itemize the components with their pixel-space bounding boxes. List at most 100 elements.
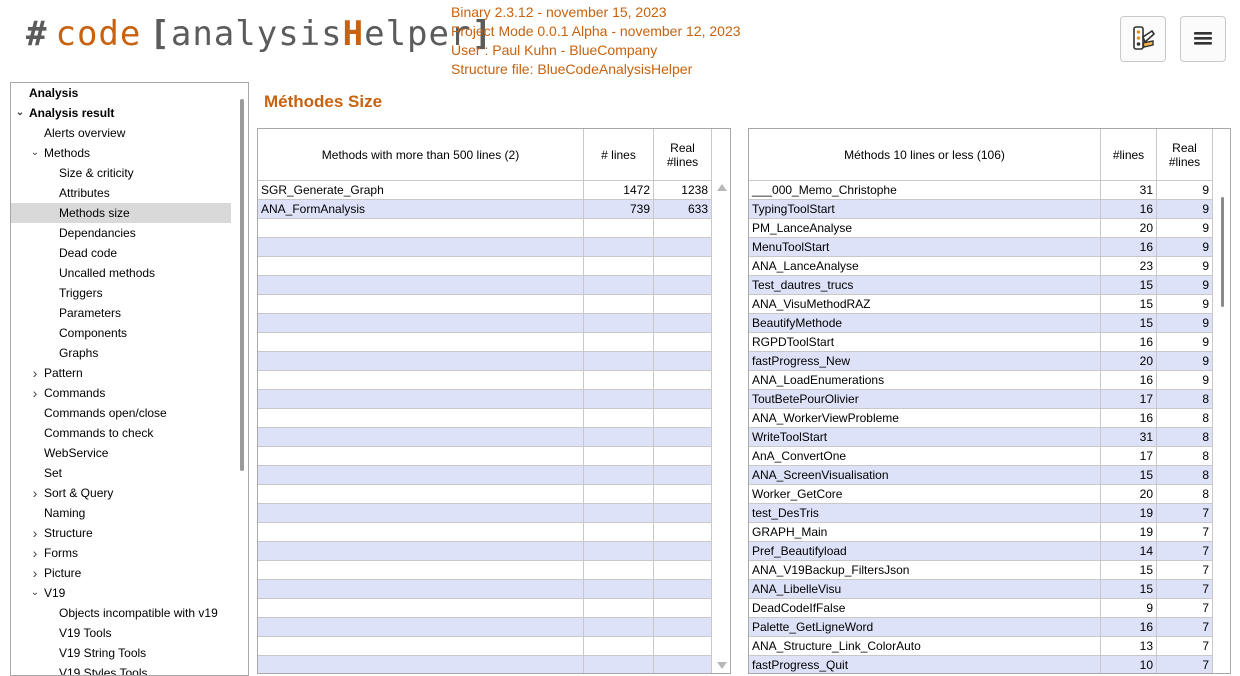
table-row[interactable]: BeautifyMethode 15 9 bbox=[749, 314, 1213, 333]
table-row[interactable] bbox=[258, 561, 712, 580]
sidebar-item[interactable]: Commands open/close bbox=[11, 403, 231, 423]
table-row[interactable]: Palette_GetLigneWord 16 7 bbox=[749, 618, 1213, 637]
table-row[interactable] bbox=[258, 276, 712, 295]
column-header-real-lines[interactable]: Real #lines bbox=[1157, 129, 1213, 181]
table-row[interactable] bbox=[258, 428, 712, 447]
sidebar-item[interactable]: Dependancies bbox=[11, 223, 231, 243]
sidebar-item[interactable]: › Pattern bbox=[11, 363, 231, 383]
scroll-thumb[interactable] bbox=[1221, 197, 1224, 307]
sidebar-item[interactable]: Graphs bbox=[11, 343, 231, 363]
sidebar-item[interactable]: Uncalled methods bbox=[11, 263, 231, 283]
table-row[interactable]: ANA_LanceAnalyse 23 9 bbox=[749, 257, 1213, 276]
table-scrollbar[interactable] bbox=[713, 181, 730, 673]
table-row[interactable]: fastProgress_New 20 9 bbox=[749, 352, 1213, 371]
sidebar-item[interactable]: Analysis bbox=[11, 83, 231, 103]
sidebar-item[interactable]: V19 String Tools bbox=[11, 643, 231, 663]
table-row[interactable] bbox=[258, 390, 712, 409]
sidebar-item[interactable]: Size & criticity bbox=[11, 163, 231, 183]
table-row[interactable]: PM_LanceAnalyse 20 9 bbox=[749, 219, 1213, 238]
table-row[interactable]: RGPDToolStart 16 9 bbox=[749, 333, 1213, 352]
sidebar-item[interactable]: › Commands bbox=[11, 383, 231, 403]
table-row[interactable] bbox=[258, 656, 712, 673]
table-row[interactable]: ANA_LibelleVisu 15 7 bbox=[749, 580, 1213, 599]
table-row[interactable] bbox=[258, 637, 712, 656]
table-scrollbar[interactable] bbox=[1213, 181, 1230, 673]
tools-button[interactable] bbox=[1120, 16, 1166, 62]
sidebar-item[interactable]: Methods size bbox=[11, 203, 231, 223]
sidebar-item[interactable]: Components bbox=[11, 323, 231, 343]
chevron-right-icon[interactable]: › bbox=[29, 523, 41, 543]
sidebar-scrollbar[interactable] bbox=[240, 99, 244, 471]
column-header-method[interactable]: Methods with more than 500 lines (2) bbox=[258, 129, 584, 181]
table-row[interactable]: ANA_Structure_Link_ColorAuto 13 7 bbox=[749, 637, 1213, 656]
table-row[interactable] bbox=[258, 447, 712, 466]
sidebar-item[interactable]: Parameters bbox=[11, 303, 231, 323]
menu-button[interactable] bbox=[1180, 16, 1226, 62]
chevron-down-icon[interactable]: ⌄ bbox=[29, 143, 41, 163]
table-row[interactable]: Test_dautres_trucs 15 9 bbox=[749, 276, 1213, 295]
sidebar-item[interactable]: Attributes bbox=[11, 183, 231, 203]
table-row[interactable] bbox=[258, 466, 712, 485]
table-row[interactable] bbox=[258, 542, 712, 561]
sidebar-item[interactable]: Set bbox=[11, 463, 231, 483]
table-row[interactable] bbox=[258, 371, 712, 390]
table-row[interactable] bbox=[258, 295, 712, 314]
table-row[interactable] bbox=[258, 333, 712, 352]
table-row[interactable] bbox=[258, 238, 712, 257]
table-row[interactable] bbox=[258, 523, 712, 542]
sidebar-item[interactable]: › Sort & Query bbox=[11, 483, 231, 503]
table-row[interactable]: ANA_VisuMethodRAZ 15 9 bbox=[749, 295, 1213, 314]
chevron-right-icon[interactable]: › bbox=[29, 383, 41, 403]
table-row[interactable]: ANA_ScreenVisualisation 15 8 bbox=[749, 466, 1213, 485]
table-row[interactable] bbox=[258, 599, 712, 618]
sidebar-item[interactable]: Commands to check bbox=[11, 423, 231, 443]
table-row[interactable]: ANA_V19Backup_FiltersJson 15 7 bbox=[749, 561, 1213, 580]
sidebar-item[interactable]: Triggers bbox=[11, 283, 231, 303]
sidebar-item[interactable]: WebService bbox=[11, 443, 231, 463]
column-header-lines[interactable]: # lines bbox=[584, 129, 654, 181]
chevron-right-icon[interactable]: › bbox=[29, 563, 41, 583]
sidebar-item[interactable]: ⌄ V19 bbox=[11, 583, 231, 603]
sidebar-item[interactable]: V19 Styles Tools bbox=[11, 663, 231, 675]
table-row[interactable]: TypingToolStart 16 9 bbox=[749, 200, 1213, 219]
table-row[interactable] bbox=[258, 219, 712, 238]
sidebar-item[interactable]: V19 Tools bbox=[11, 623, 231, 643]
sidebar-item[interactable]: ⌄ Methods bbox=[11, 143, 231, 163]
table-row[interactable]: ANA_WorkerViewProbleme 16 8 bbox=[749, 409, 1213, 428]
table-row[interactable] bbox=[258, 580, 712, 599]
table-row[interactable]: ToutBetePourOlivier 17 8 bbox=[749, 390, 1213, 409]
sidebar-item[interactable]: Objects incompatible with v19 bbox=[11, 603, 231, 623]
table-row[interactable] bbox=[258, 618, 712, 637]
table-row[interactable]: fastProgress_Quit 10 7 bbox=[749, 656, 1213, 673]
chevron-right-icon[interactable]: › bbox=[29, 543, 41, 563]
table-row[interactable]: SGR_Generate_Graph 1472 1238 bbox=[258, 181, 712, 200]
sidebar-item[interactable]: Dead code bbox=[11, 243, 231, 263]
sidebar-item[interactable]: Naming bbox=[11, 503, 231, 523]
table-row[interactable]: DeadCodeIfFalse 9 7 bbox=[749, 599, 1213, 618]
table-row[interactable] bbox=[258, 352, 712, 371]
sidebar-item[interactable]: › Structure bbox=[11, 523, 231, 543]
column-header-real-lines[interactable]: Real #lines bbox=[654, 129, 712, 181]
scroll-down-arrow-icon[interactable] bbox=[717, 662, 727, 669]
sidebar-item[interactable]: Alerts overview bbox=[11, 123, 231, 143]
table-row[interactable]: MenuToolStart 16 9 bbox=[749, 238, 1213, 257]
sidebar-item[interactable]: ⌄ Analysis result bbox=[11, 103, 231, 123]
table-row[interactable]: AnA_ConvertOne 17 8 bbox=[749, 447, 1213, 466]
table-row[interactable]: test_DesTris 19 7 bbox=[749, 504, 1213, 523]
table-row[interactable]: GRAPH_Main 19 7 bbox=[749, 523, 1213, 542]
sidebar-item[interactable]: › Picture bbox=[11, 563, 231, 583]
table-row[interactable] bbox=[258, 485, 712, 504]
table-row[interactable] bbox=[258, 409, 712, 428]
table-row[interactable] bbox=[258, 504, 712, 523]
table-row[interactable]: ___000_Memo_Christophe 31 9 bbox=[749, 181, 1213, 200]
chevron-right-icon[interactable]: › bbox=[29, 483, 41, 503]
column-header-lines[interactable]: #lines bbox=[1101, 129, 1157, 181]
table-row[interactable]: WriteToolStart 31 8 bbox=[749, 428, 1213, 447]
column-header-method[interactable]: Méthods 10 lines or less (106) bbox=[749, 129, 1101, 181]
table-row[interactable] bbox=[258, 257, 712, 276]
table-row[interactable]: Worker_GetCore 20 8 bbox=[749, 485, 1213, 504]
table-row[interactable] bbox=[258, 314, 712, 333]
table-row[interactable]: ANA_FormAnalysis 739 633 bbox=[258, 200, 712, 219]
chevron-down-icon[interactable]: ⌄ bbox=[14, 103, 26, 123]
chevron-right-icon[interactable]: › bbox=[29, 363, 41, 383]
